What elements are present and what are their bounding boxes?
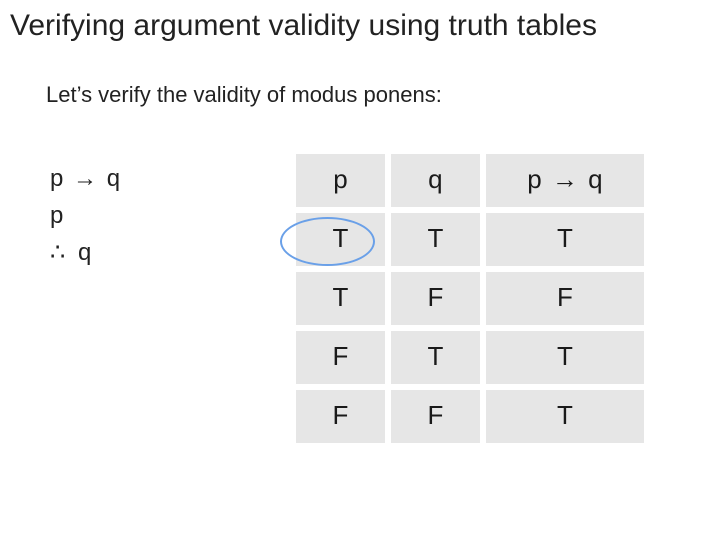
table-row: F T T	[296, 331, 644, 384]
intro-text: Let’s verify the validity of modus ponen…	[46, 82, 442, 108]
col-header-p-label: p	[527, 164, 541, 194]
cell: T	[486, 390, 644, 443]
table-body: T T T T F F F T T F F T	[296, 213, 644, 443]
premise-2: p	[50, 197, 120, 234]
table-row: F F T	[296, 390, 644, 443]
cell: T	[486, 331, 644, 384]
col-header-q-label: q	[588, 164, 602, 194]
arrow-icon: →	[549, 164, 581, 195]
col-header-p: p	[296, 154, 385, 207]
argument-block: p → q p ∴ q	[50, 160, 120, 272]
slide: Verifying argument validity using truth …	[0, 0, 720, 540]
premise-1-right: q	[107, 165, 120, 192]
arrow-icon: →	[70, 160, 100, 197]
cell: F	[296, 390, 385, 443]
conclusion: q	[78, 239, 91, 266]
therefore-icon: ∴	[50, 234, 71, 271]
cell: F	[296, 331, 385, 384]
premise-1: p → q	[50, 160, 120, 197]
table-row: T T T	[296, 213, 644, 266]
cell: T	[391, 213, 480, 266]
conclusion-row: ∴ q	[50, 234, 120, 271]
cell: T	[296, 213, 385, 266]
cell: F	[486, 272, 644, 325]
truth-table-wrap: p q p → q T T T T F F	[290, 148, 650, 449]
cell: F	[391, 390, 480, 443]
cell: T	[391, 331, 480, 384]
table-header-row: p q p → q	[296, 154, 644, 207]
col-header-p-implies-q: p → q	[486, 154, 644, 207]
col-header-q: q	[391, 154, 480, 207]
cell: F	[391, 272, 480, 325]
cell: T	[296, 272, 385, 325]
table-row: T F F	[296, 272, 644, 325]
page-title: Verifying argument validity using truth …	[10, 8, 710, 44]
premise-1-left: p	[50, 165, 63, 192]
cell: T	[486, 213, 644, 266]
truth-table: p q p → q T T T T F F	[290, 148, 650, 449]
